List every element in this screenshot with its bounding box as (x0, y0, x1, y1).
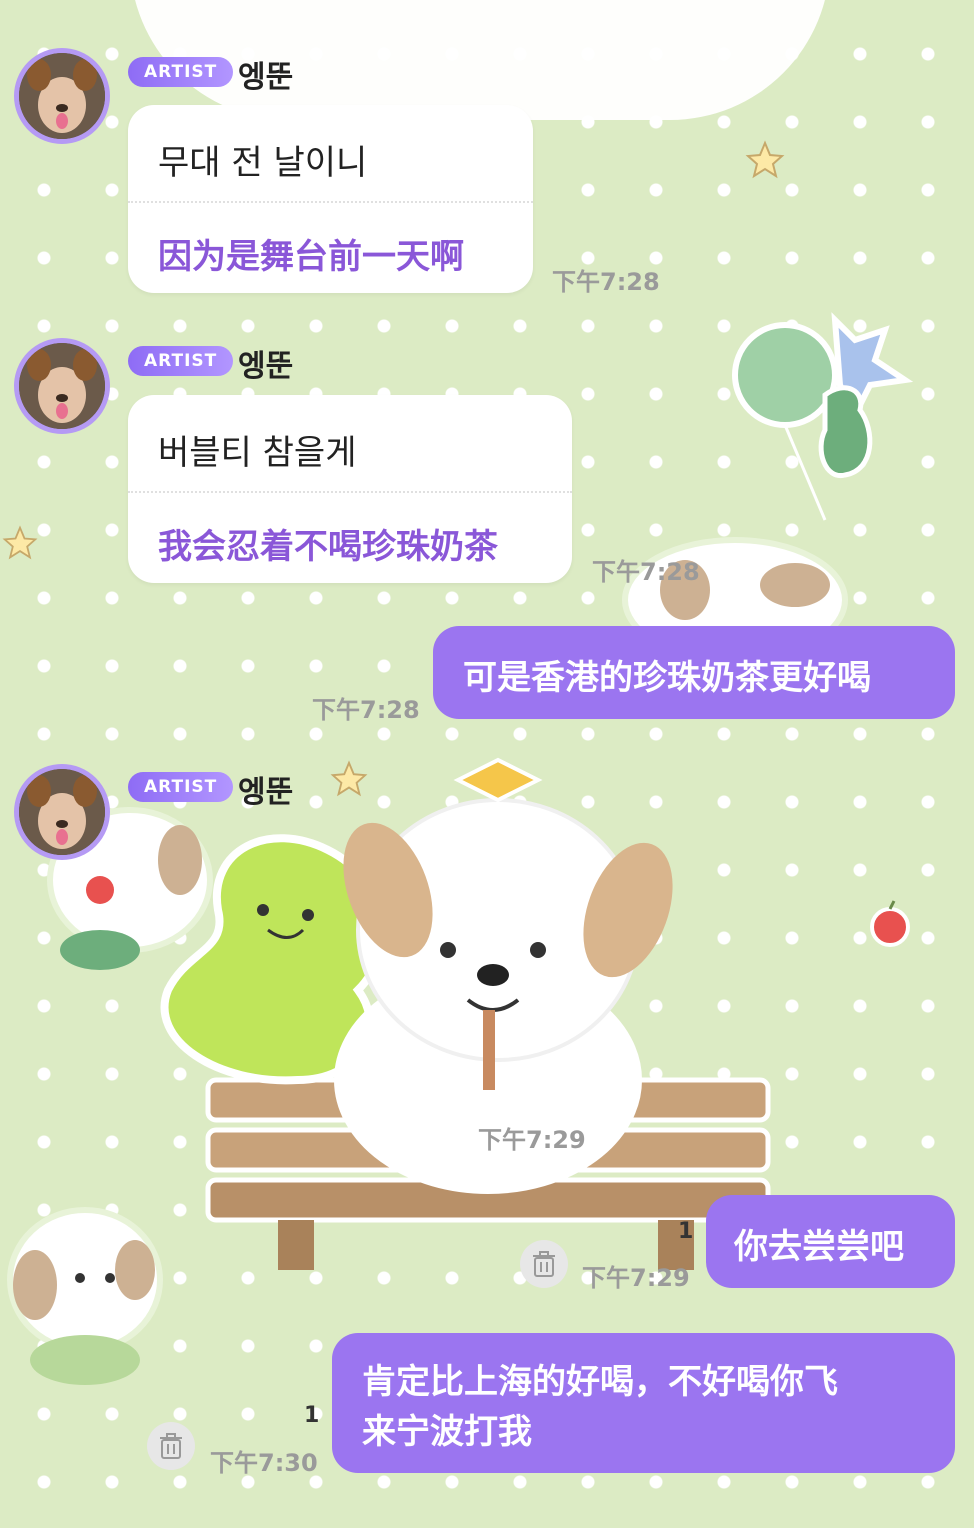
message-bubble[interactable]: 버블티 참을게 我会忍着不喝珍珠奶茶 (128, 395, 572, 583)
star-icon (2, 525, 38, 560)
timestamp: 下午7:28 (552, 268, 660, 296)
artist-badge: ARTIST (128, 346, 234, 376)
message-text-line: 肯定比上海的好喝，不好喝你飞 (362, 1362, 838, 1402)
translation-text: 因为是舞台前一天啊 (158, 237, 464, 277)
timestamp: 下午7:28 (312, 696, 420, 724)
unread-count: 1 (304, 1403, 320, 1428)
avatar[interactable] (14, 764, 110, 860)
original-text: 무대 전 날이니 (158, 143, 368, 183)
message-bubble[interactable]: 무대 전 날이니 因为是舞台前一天啊 (128, 105, 533, 293)
trash-icon[interactable] (520, 1240, 568, 1288)
balloon-dino-decoration (732, 312, 914, 521)
puppy-dino-bench-sticker[interactable] (158, 750, 778, 1270)
timestamp: 下午7:28 (592, 558, 700, 586)
message-text-line: 来宁波打我 (362, 1412, 532, 1452)
my-message-bubble[interactable]: 肯定比上海的好喝，不好喝你飞 来宁波打我 (332, 1333, 955, 1473)
my-message-bubble[interactable]: 可是香港的珍珠奶茶更好喝 (433, 626, 955, 719)
avatar[interactable] (14, 48, 110, 144)
divider (128, 491, 572, 493)
star-icon (745, 140, 785, 179)
trash-icon[interactable] (147, 1422, 195, 1470)
unread-count: 1 (678, 1219, 694, 1244)
timestamp: 下午7:29 (478, 1126, 586, 1154)
sender-name: 엥뚠 (238, 349, 294, 384)
background-bubble-shape (130, 0, 830, 120)
my-message-bubble[interactable]: 你去尝尝吧 (706, 1195, 955, 1288)
divider (128, 201, 533, 203)
avatar[interactable] (14, 338, 110, 434)
timestamp: 下午7:29 (582, 1264, 690, 1292)
original-text: 버블티 참을게 (158, 433, 357, 473)
artist-badge: ARTIST (128, 57, 234, 87)
puppy-decoration (7, 1207, 163, 1385)
sender-name: 엥뚠 (238, 60, 294, 95)
timestamp: 下午7:30 (210, 1449, 318, 1477)
translation-text: 我会忍着不喝珍珠奶茶 (158, 527, 498, 567)
apple-icon (870, 900, 910, 947)
